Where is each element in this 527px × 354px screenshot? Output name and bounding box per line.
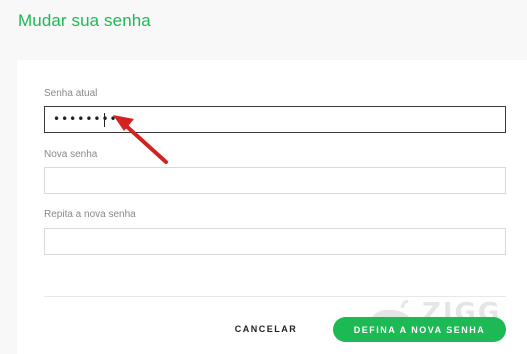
change-password-page: Mudar sua senha Senha atual •••••••• Nov…	[0, 0, 527, 354]
red-arrow-icon	[113, 115, 168, 164]
